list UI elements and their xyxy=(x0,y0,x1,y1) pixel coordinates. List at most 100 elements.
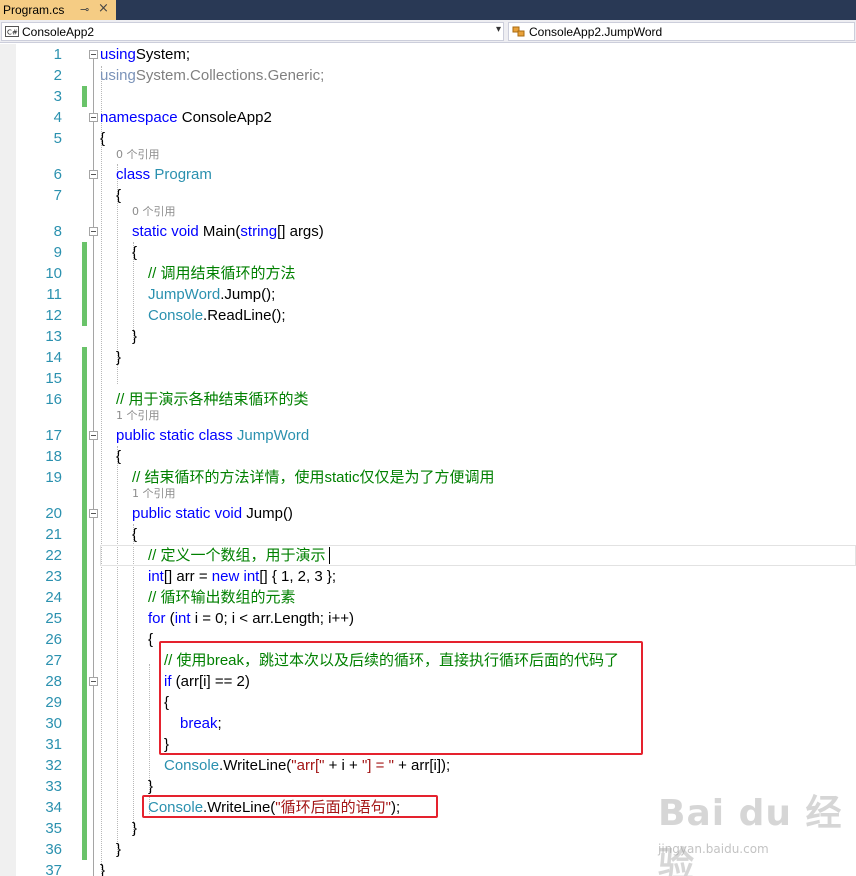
code-line[interactable]: 8 static void Main(string[] args) xyxy=(0,221,856,242)
code-line[interactable]: 25 for (int i = 0; i < arr.Length; i++) xyxy=(0,608,856,629)
code-line[interactable]: 17 public static class JumpWord xyxy=(0,425,856,446)
code-line[interactable]: 21 { xyxy=(0,524,856,545)
annotation-highlight-box xyxy=(159,641,643,755)
svg-text:C#: C# xyxy=(7,29,18,37)
code-line[interactable]: 12 Console.ReadLine(); xyxy=(0,305,856,326)
code-text: Console.WriteLine("arr[" + i + "] = " + … xyxy=(164,755,450,776)
code-line[interactable]: 24 // 循环输出数组的元素 xyxy=(0,587,856,608)
code-line[interactable]: 19 // 结束循环的方法详情，使用static仅仅是为了方便调用 xyxy=(0,467,856,488)
code-line[interactable]: 9{ xyxy=(0,242,856,263)
code-line[interactable]: 1 usingSystem; xyxy=(0,44,856,65)
line-number: 16 xyxy=(45,391,62,408)
line-number: 36 xyxy=(45,841,62,858)
line-number: 15 xyxy=(45,370,62,387)
line-number: 24 xyxy=(45,589,62,606)
code-text: } xyxy=(132,818,137,839)
line-number: 1 xyxy=(53,46,62,63)
code-line[interactable]: 36} xyxy=(0,839,856,860)
code-token: // 结束循环的方法详情，使用static仅仅是为了方便调用 xyxy=(132,469,495,486)
code-token: int xyxy=(148,568,164,585)
code-token: Main( xyxy=(198,223,241,240)
code-token: // 循环输出数组的元素 xyxy=(148,589,296,606)
line-number: 8 xyxy=(53,223,62,240)
code-token: // 定义一个数组，用于演示 xyxy=(148,547,326,564)
collapse-icon[interactable] xyxy=(89,509,98,518)
line-number: 22 xyxy=(45,547,62,564)
collapse-icon[interactable] xyxy=(89,227,98,236)
code-token: } xyxy=(116,841,122,858)
code-token: Console xyxy=(164,757,220,774)
close-icon[interactable]: × xyxy=(98,1,109,16)
code-token: { xyxy=(148,631,154,648)
code-line[interactable]: 2 usingSystem.Collections.Generic; xyxy=(0,65,856,86)
code-text: usingSystem.Collections.Generic; xyxy=(100,65,324,86)
code-line[interactable]: 5{ xyxy=(0,128,856,149)
code-text: public static class JumpWord xyxy=(116,425,309,446)
member-dropdown[interactable]: ConsoleApp2.JumpWord xyxy=(508,22,855,41)
code-line[interactable]: 35} xyxy=(0,818,856,839)
code-lens-references[interactable]: 1 个引用 xyxy=(132,487,176,501)
line-number: 28 xyxy=(45,673,62,690)
code-token: class xyxy=(198,427,233,444)
code-text: class Program xyxy=(116,164,212,185)
line-number: 4 xyxy=(53,109,62,126)
code-token: using xyxy=(100,46,136,63)
code-line[interactable]: 22 // 定义一个数组，用于演示 xyxy=(0,545,856,566)
code-token: i = 0; i < arr.Length; i++) xyxy=(190,610,354,627)
code-text: { xyxy=(116,446,121,467)
code-text: for (int i = 0; i < arr.Length; i++) xyxy=(148,608,354,629)
code-token: ConsoleApp2 xyxy=(177,109,272,126)
code-token: string xyxy=(240,223,278,240)
code-token: + arr[i]); xyxy=(393,757,451,774)
code-line[interactable]: 37} xyxy=(0,860,856,876)
collapse-icon[interactable] xyxy=(89,431,98,440)
collapse-icon[interactable] xyxy=(89,113,98,122)
code-line[interactable]: 6 class Program xyxy=(0,164,856,185)
code-token: { xyxy=(132,526,138,543)
pin-icon[interactable]: ⊸ xyxy=(80,3,89,16)
code-line[interactable]: 10 // 调用结束循环的方法 xyxy=(0,263,856,284)
code-token: .Jump(); xyxy=(220,286,276,303)
line-number: 30 xyxy=(45,715,62,732)
code-line[interactable]: 3 xyxy=(0,86,856,107)
code-text: } xyxy=(100,860,105,876)
code-line[interactable]: 20 public static void Jump() xyxy=(0,503,856,524)
code-token: for xyxy=(148,610,166,627)
code-line[interactable]: 14} xyxy=(0,347,856,368)
code-token: .WriteLine( xyxy=(219,757,292,774)
code-line[interactable]: 13} xyxy=(0,326,856,347)
collapse-icon[interactable] xyxy=(89,677,98,686)
code-line[interactable]: 4 namespace ConsoleApp2 xyxy=(0,107,856,128)
line-number: 12 xyxy=(45,307,62,324)
code-token: void xyxy=(171,223,199,240)
code-lens-references[interactable]: 1 个引用 xyxy=(116,409,160,423)
code-line[interactable]: 33} xyxy=(0,776,856,797)
collapse-icon[interactable] xyxy=(89,170,98,179)
code-text: int[] arr = new int[] { 1, 2, 3 }; xyxy=(148,566,336,587)
code-token: } xyxy=(148,778,154,795)
project-dropdown[interactable]: C# ConsoleApp2 ▾ xyxy=(1,22,504,41)
navigation-bar: C# ConsoleApp2 ▾ ConsoleApp2.JumpWord xyxy=(0,20,856,43)
code-line[interactable]: 16 // 用于演示各种结束循环的类 xyxy=(0,389,856,410)
code-line[interactable]: 32 Console.WriteLine("arr[" + i + "] = " … xyxy=(0,755,856,776)
code-text: // 结束循环的方法详情，使用static仅仅是为了方便调用 xyxy=(132,467,495,488)
code-line[interactable]: 7{ xyxy=(0,185,856,206)
code-text: { xyxy=(148,629,153,650)
line-number: 33 xyxy=(45,778,62,795)
line-number: 10 xyxy=(45,265,62,282)
code-editor[interactable]: 0 个引用 0 个引用 1 个引用 1 个引用 1 usingSystem; 2 usingS… xyxy=(0,44,856,876)
code-token: } xyxy=(116,349,122,366)
line-number: 20 xyxy=(45,505,62,522)
chevron-down-icon[interactable]: ▾ xyxy=(496,24,501,35)
code-token: public xyxy=(116,427,156,444)
code-lens-references[interactable]: 0 个引用 xyxy=(116,148,160,162)
tab-program-cs[interactable]: Program.cs ⊸ × xyxy=(0,0,116,20)
code-line[interactable]: 18 { xyxy=(0,446,856,467)
line-number: 31 xyxy=(45,736,62,753)
code-line[interactable]: 15 xyxy=(0,368,856,389)
code-line[interactable]: 23 int[] arr = new int[] { 1, 2, 3 }; xyxy=(0,566,856,587)
collapse-icon[interactable] xyxy=(89,50,98,59)
code-line[interactable]: 11 JumpWord.Jump(); xyxy=(0,284,856,305)
code-text: } xyxy=(132,326,137,347)
code-lens-references[interactable]: 0 个引用 xyxy=(132,205,176,219)
